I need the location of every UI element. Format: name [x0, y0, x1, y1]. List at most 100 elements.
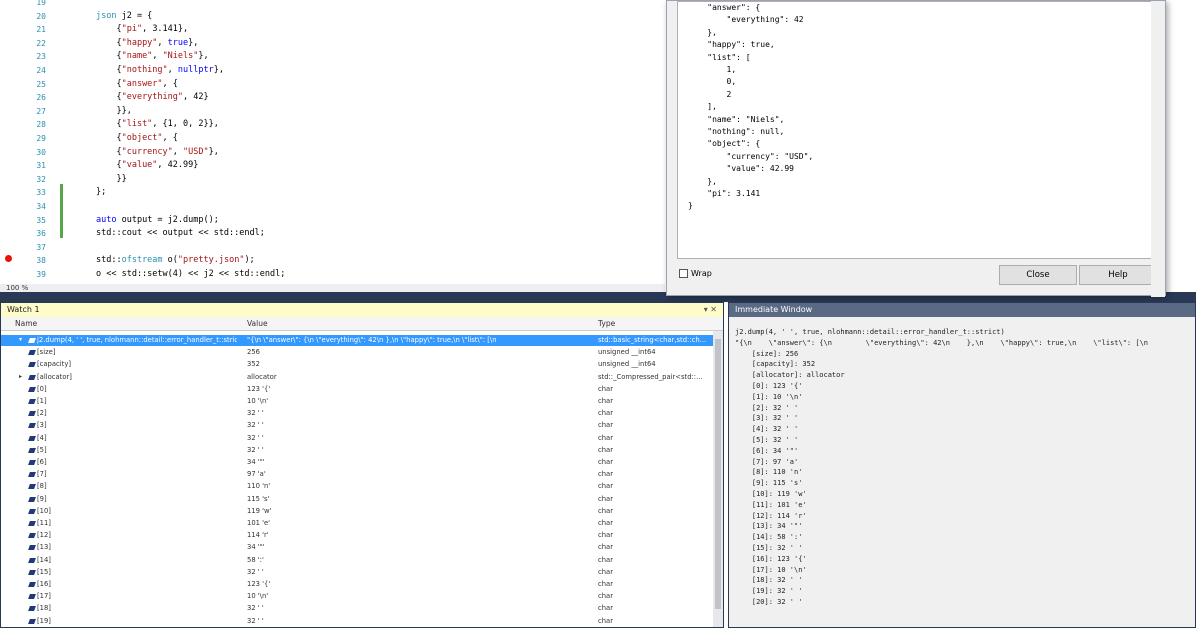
- expand-arrow-icon[interactable]: ▾: [19, 335, 22, 346]
- watch-row[interactable]: [16] 123 '{' char: [1, 579, 713, 590]
- watch-value: 32 ' ': [247, 616, 264, 625]
- visualizer-text-area[interactable]: "answer": { "everything": 42 }, "happy":…: [677, 1, 1157, 259]
- watch-column-headers: Name Value Type: [1, 317, 723, 331]
- code-line[interactable]: {"everything", 42}: [96, 91, 208, 105]
- watch-row[interactable]: ▾ j2.dump(4, ' ', true, nlohmann::detail:…: [1, 335, 713, 346]
- code-token: {: [96, 37, 122, 48]
- watch-row[interactable]: [17] 10 '\n' char: [1, 591, 713, 602]
- code-line[interactable]: {"object", {: [96, 132, 178, 146]
- close-button[interactable]: Close: [999, 265, 1077, 285]
- watch-row[interactable]: [5] 32 ' ' char: [1, 445, 713, 456]
- help-button[interactable]: Help: [1079, 265, 1157, 285]
- code-line[interactable]: {"currency", "USD"},: [96, 146, 219, 160]
- dialog-scrollbar[interactable]: [1151, 1, 1165, 297]
- immediate-title-bar[interactable]: Immediate Window: [729, 303, 1195, 317]
- watch-name: [3]: [37, 421, 47, 430]
- watch-name: [9]: [37, 494, 47, 503]
- line-number: 36: [36, 229, 46, 239]
- code-token: },: [208, 146, 219, 157]
- watch-row[interactable]: [10] 119 'w' char: [1, 506, 713, 517]
- watch-row[interactable]: [size] 256 unsigned __int64: [1, 347, 713, 358]
- code-token: , {: [162, 133, 178, 143]
- watch-row[interactable]: [11] 101 'e' char: [1, 518, 713, 529]
- immediate-line: [7]: 97 'a': [735, 457, 799, 466]
- code-line[interactable]: o << std::setw(4) << j2 << std::endl;: [96, 268, 285, 282]
- window-controls-icon[interactable]: ▾ ✕: [704, 303, 717, 317]
- watch-row[interactable]: [capacity] 352 unsigned __int64: [1, 359, 713, 370]
- watch-name: [11]: [37, 519, 51, 527]
- watch-type: char: [598, 397, 614, 405]
- field-icon: [28, 521, 36, 526]
- code-token: "Niels": [162, 51, 199, 62]
- col-type-header[interactable]: Type: [598, 317, 615, 331]
- code-line[interactable]: {"pi", 3.141},: [96, 23, 188, 37]
- watch-row[interactable]: [18] 32 ' ' char: [1, 603, 713, 614]
- code-token: "object": [121, 133, 163, 143]
- code-line[interactable]: auto output = j2.dump();: [96, 214, 219, 228]
- watch-type: char: [598, 445, 614, 454]
- code-line[interactable]: {"answer", {: [96, 78, 177, 92]
- code-line[interactable]: }},: [96, 105, 131, 119]
- code-line[interactable]: };: [96, 186, 106, 200]
- code-token: {: [96, 65, 122, 75]
- watch-title-bar[interactable]: Watch 1 ▾ ✕: [1, 303, 723, 317]
- code-line[interactable]: {"happy", true},: [96, 37, 198, 51]
- code-token: "answer": [121, 78, 163, 89]
- watch-row[interactable]: [2] 32 ' ' char: [1, 408, 713, 419]
- watch-row[interactable]: [13] 34 '"' char: [1, 542, 713, 553]
- watch-row[interactable]: [19] 32 ' ' char: [1, 616, 713, 627]
- code-token: "nothing": [121, 65, 168, 75]
- code-token: "happy": [121, 37, 158, 48]
- watch-value: 119 'w': [247, 506, 272, 515]
- line-number: 39: [36, 270, 46, 279]
- watch-row[interactable]: [12] 114 'r' char: [1, 530, 713, 541]
- watch-name: [4]: [37, 433, 47, 442]
- watch-name: [18]: [37, 604, 51, 613]
- code-token: {: [96, 133, 122, 143]
- code-line[interactable]: {"name", "Niels"},: [96, 50, 208, 64]
- watch-value: 110 'n': [247, 482, 271, 491]
- watch-row[interactable]: [9] 115 's' char: [1, 494, 713, 505]
- code-line[interactable]: std::ofstream o("pretty.json");: [96, 254, 255, 268]
- code-line[interactable]: {"value", 42.99}: [96, 159, 198, 173]
- checkbox-icon[interactable]: [679, 269, 688, 278]
- watch-row[interactable]: [1] 10 '\n' char: [1, 396, 713, 407]
- expand-arrow-icon[interactable]: ▸: [19, 372, 22, 383]
- watch-row[interactable]: [7] 97 'a' char: [1, 469, 713, 480]
- zoom-level[interactable]: 100 %: [0, 284, 665, 292]
- watch-row[interactable]: [6] 34 '"' char: [1, 457, 713, 468]
- immediate-line: [capacity]: 352: [735, 360, 816, 369]
- watch-type: char: [598, 409, 614, 418]
- watch-name: [allocator]: [37, 372, 72, 381]
- line-number: 35: [36, 215, 46, 225]
- immediate-line: j2.dump(4, ' ', true, nlohmann::detail::…: [735, 328, 1005, 336]
- code-line[interactable]: }}: [96, 173, 126, 187]
- immediate-window: Immediate Window j2.dump(4, ' ', true, n…: [728, 302, 1196, 628]
- watch-type: char: [598, 555, 614, 564]
- watch-name: [8]: [37, 482, 47, 491]
- line-number: 31: [36, 161, 46, 171]
- watch-row[interactable]: [0] 123 '{' char: [1, 384, 713, 395]
- line-number: 30: [36, 147, 46, 157]
- code-line[interactable]: std::cout << output << std::endl;: [96, 227, 265, 241]
- watch-row[interactable]: ▸ [allocator] allocator std::_Compressed_pa…: [1, 372, 713, 383]
- watch-row[interactable]: [8] 110 'n' char: [1, 481, 713, 492]
- watch-row[interactable]: [4] 32 ' ' char: [1, 433, 713, 444]
- code-line[interactable]: {"list", {1, 0, 2}},: [96, 118, 218, 132]
- code-line[interactable]: {"nothing", nullptr},: [96, 64, 224, 78]
- scrollbar-thumb[interactable]: [715, 339, 721, 609]
- watch-type: char: [598, 384, 614, 393]
- col-value-header[interactable]: Value: [247, 317, 268, 331]
- col-name-header[interactable]: Name: [15, 317, 37, 331]
- wrap-checkbox[interactable]: Wrap: [679, 269, 712, 278]
- watch-row[interactable]: [3] 32 ' ' char: [1, 420, 713, 431]
- watch-row[interactable]: [14] 58 ':' char: [1, 555, 713, 566]
- code-token: },: [188, 37, 199, 48]
- watch-row[interactable]: [15] 32 ' ' char: [1, 567, 713, 578]
- code-line[interactable]: json j2 = {: [96, 10, 152, 24]
- watch-value: 58 ':': [247, 555, 264, 564]
- immediate-line: "{\n \"answer\": {\n \"everything\": 42\…: [735, 338, 1149, 347]
- breakpoint-icon[interactable]: [4, 254, 13, 263]
- watch-scrollbar[interactable]: [713, 331, 723, 627]
- watch-name: [0]: [37, 384, 47, 393]
